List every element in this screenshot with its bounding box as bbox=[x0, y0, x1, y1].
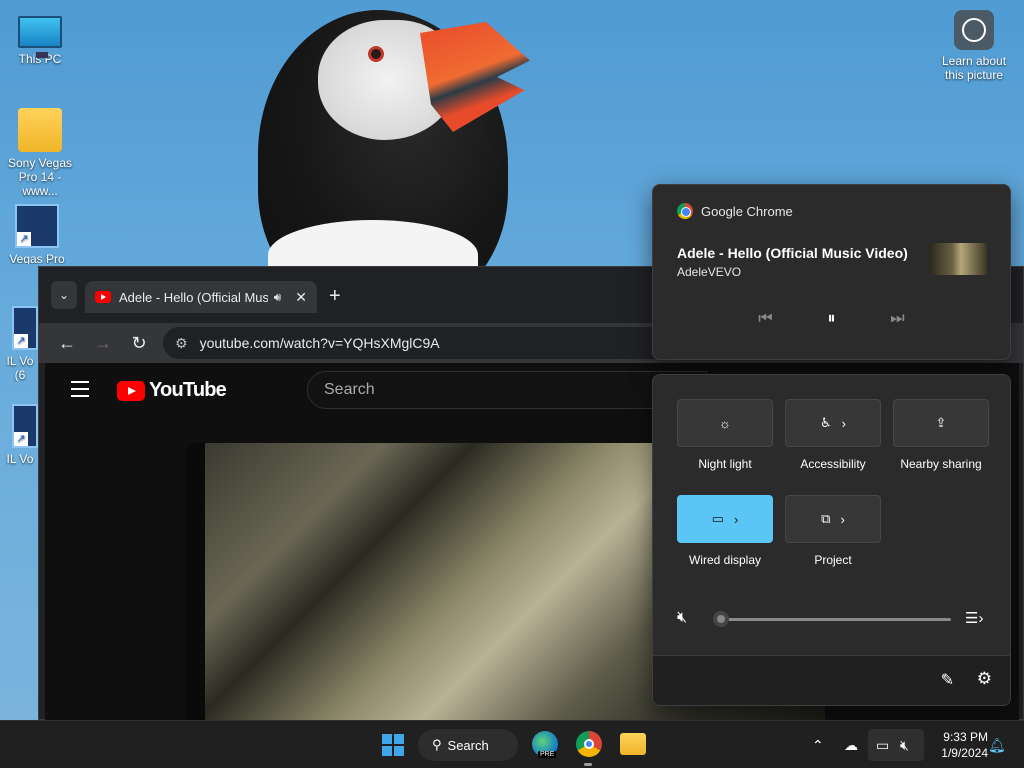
chevron-right-icon[interactable]: › bbox=[840, 512, 844, 527]
this-pc-icon bbox=[18, 16, 62, 58]
media-title: Adele - Hello (Official Music Video) bbox=[677, 245, 908, 261]
desktop-icon-this-pc[interactable]: This PC bbox=[2, 10, 78, 66]
night-light-icon: ☼ bbox=[719, 415, 731, 431]
desktop-icon-label: Vegas Pro 14.0 ( bbox=[9, 252, 65, 264]
desktop-icon-il-vocodex-2[interactable]: ↗ IL Vo bbox=[2, 404, 38, 466]
tile-label: Accessibility bbox=[800, 457, 866, 471]
menu-icon[interactable] bbox=[71, 381, 89, 402]
forward-icon[interactable]: → bbox=[87, 327, 119, 359]
speaker-icon[interactable]: 🔊︎ bbox=[274, 290, 282, 305]
media-source-name: Google Chrome bbox=[701, 203, 793, 219]
desktop-icon-label: IL Vo (6 bbox=[6, 354, 34, 382]
tab-search-chevron-icon[interactable]: ⌄ bbox=[51, 281, 77, 309]
site-info-icon[interactable]: ⚙ bbox=[175, 335, 188, 352]
chevron-right-icon[interactable]: › bbox=[842, 416, 846, 431]
close-tab-icon[interactable]: ✕ bbox=[295, 289, 307, 306]
youtube-favicon-icon bbox=[95, 291, 111, 303]
speaker-muted-icon[interactable]: 🔇︎ bbox=[677, 609, 687, 627]
desktop-icon-label: Learn about this picture bbox=[941, 54, 1007, 82]
chevron-right-icon[interactable]: › bbox=[734, 512, 738, 527]
tile-label: Wired display bbox=[688, 553, 762, 567]
accessibility-icon: ♿︎ bbox=[820, 415, 832, 430]
media-artist: AdeleVEVO bbox=[677, 265, 742, 279]
youtube-logo[interactable]: YouTube bbox=[117, 379, 227, 402]
new-tab-icon[interactable]: + bbox=[329, 285, 341, 308]
network-icon[interactable]: ▭ bbox=[876, 721, 889, 768]
learn-about-picture-icon bbox=[954, 10, 994, 50]
show-hidden-icons-chevron-icon[interactable]: ⌃ bbox=[812, 721, 824, 768]
desktop-icon-vegas-pro[interactable]: ↗ Vegas Pro 14.0 ( bbox=[2, 204, 72, 264]
quick-settings-panel: ☼ Night light ♿︎ › Accessibility ⇪ Nearb… bbox=[652, 374, 1011, 706]
edge-preview-badge: PRE bbox=[538, 751, 557, 758]
desktop-icon-learn-about-picture[interactable]: Learn about this picture bbox=[936, 10, 1012, 82]
accessibility-toggle[interactable]: ♿︎ › bbox=[785, 399, 881, 447]
address-text: youtube.com/watch?v=YQHsXMglC9A bbox=[199, 335, 440, 351]
chrome-app-icon-center bbox=[584, 739, 594, 749]
shortcut-arrow-icon: ↗ bbox=[17, 232, 31, 246]
volume-slider-track[interactable] bbox=[721, 618, 951, 621]
vegas-pro-icon: ↗ bbox=[15, 204, 59, 248]
tile-label: Night light bbox=[698, 457, 752, 471]
desktop-icon-label: Sony Vegas Pro 14 - www... bbox=[7, 156, 73, 198]
media-flyout: Google Chrome Adele - Hello (Official Mu… bbox=[652, 184, 1011, 360]
volume-row: 🔇︎ ☰› bbox=[677, 607, 997, 631]
file-explorer-app-icon[interactable] bbox=[620, 733, 646, 755]
notification-bell-icon[interactable]: 🔔︎ bbox=[988, 721, 1006, 768]
desktop-icon-label: IL Vo bbox=[6, 452, 34, 466]
volume-slider-thumb[interactable] bbox=[713, 611, 729, 627]
start-button[interactable] bbox=[382, 734, 404, 756]
il-vocodex-icon: ↗ bbox=[12, 404, 38, 448]
taskbar-clock[interactable]: 9:33 PM 1/9/2024 bbox=[928, 729, 988, 761]
tab-title: Adele - Hello (Official Music Video) bbox=[119, 289, 268, 305]
tile-label: Nearby sharing bbox=[900, 457, 982, 471]
project-toggle[interactable]: ⧉ › bbox=[785, 495, 881, 543]
media-thumbnail bbox=[929, 243, 987, 275]
desktop-icon-il-vocodex-1[interactable]: ↗ IL Vo (6 bbox=[2, 306, 38, 382]
youtube-search-input[interactable]: Search bbox=[307, 371, 707, 409]
running-indicator bbox=[584, 763, 592, 766]
volume-mixer-icon[interactable]: ☰› bbox=[965, 609, 983, 627]
reload-icon[interactable]: ↻ bbox=[123, 327, 155, 359]
back-icon[interactable]: ← bbox=[51, 327, 83, 359]
gear-icon[interactable]: ⚙ bbox=[977, 669, 992, 689]
pause-icon[interactable]: ⏸︎ bbox=[822, 309, 842, 329]
taskbar-search[interactable]: ⚲ Search bbox=[418, 729, 518, 761]
tab-youtube[interactable]: Adele - Hello (Official Music Video) 🔊︎ … bbox=[85, 281, 317, 313]
media-controls: ⏮︎ ⏸︎ ⏭︎ bbox=[653, 309, 1010, 329]
quick-settings-footer: ✎ ⚙ bbox=[653, 655, 1010, 705]
edit-pencil-icon[interactable]: ✎ bbox=[941, 670, 954, 690]
taskbar: ⚲ Search PRE ⌃ ☁ ▭ 🔇︎ 9:33 PM 1/9/2024 🔔… bbox=[0, 720, 1024, 768]
media-source: Google Chrome bbox=[677, 203, 793, 219]
wallpaper-puffin-eye bbox=[368, 46, 384, 62]
chrome-logo-icon bbox=[677, 203, 693, 219]
shortcut-arrow-icon: ↗ bbox=[14, 334, 28, 348]
share-icon: ⇪ bbox=[935, 415, 947, 430]
nearby-sharing-toggle[interactable]: ⇪ bbox=[893, 399, 989, 447]
youtube-logo-icon bbox=[117, 380, 145, 401]
cast-icon: ▭ bbox=[711, 511, 724, 526]
clock-time: 9:33 PM bbox=[943, 730, 988, 744]
search-icon: ⚲ bbox=[432, 737, 442, 752]
shortcut-arrow-icon: ↗ bbox=[14, 432, 28, 446]
taskbar-search-label: Search bbox=[447, 737, 489, 753]
next-track-icon[interactable]: ⏭︎ bbox=[888, 309, 908, 329]
night-light-toggle[interactable]: ☼ bbox=[677, 399, 773, 447]
previous-track-icon[interactable]: ⏮︎ bbox=[756, 309, 776, 329]
onedrive-offline-icon[interactable]: ☁ bbox=[844, 721, 858, 768]
youtube-logo-text: YouTube bbox=[149, 379, 227, 401]
clock-date: 1/9/2024 bbox=[941, 746, 988, 760]
desktop-icon-sony-vegas-folder[interactable]: Sony Vegas Pro 14 - www... bbox=[2, 108, 78, 198]
tile-label: Project bbox=[814, 553, 852, 567]
speaker-muted-tray-icon[interactable]: 🔇︎ bbox=[900, 721, 909, 768]
project-icon: ⧉ bbox=[821, 511, 831, 526]
wired-display-toggle[interactable]: ▭ › bbox=[677, 495, 773, 543]
il-vocodex-icon: ↗ bbox=[12, 306, 38, 350]
folder-icon bbox=[18, 108, 62, 152]
